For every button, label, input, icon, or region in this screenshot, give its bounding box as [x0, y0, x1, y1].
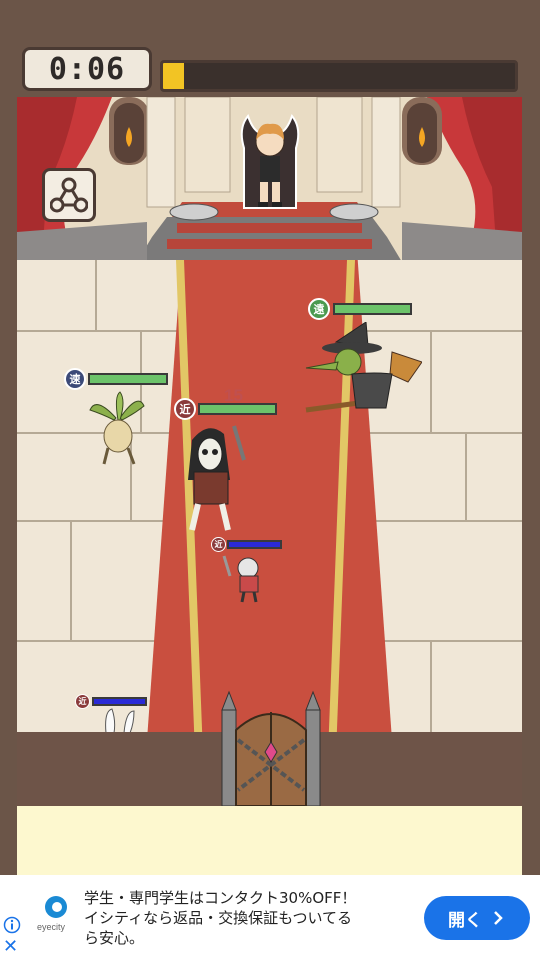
witch-unit[interactable]	[296, 321, 423, 422]
knight-unit[interactable]	[222, 552, 272, 604]
right-frame	[522, 0, 540, 875]
castle-gate	[218, 690, 324, 807]
mandrake-unit[interactable]	[86, 390, 152, 466]
floor-tile-line	[465, 432, 467, 520]
ad-open-button-label: 開く	[448, 910, 482, 931]
ad-text-line: ら安心。	[84, 929, 145, 947]
unit-hp-bar	[88, 373, 168, 385]
ad-text-line: 学生・専門学生はコンタクト30%OFF！	[84, 889, 357, 907]
floor-tile-line	[70, 520, 72, 640]
ad-text-line: イシティなら返品・交換保証もついてる	[84, 909, 353, 927]
unit-hp-bar	[333, 303, 412, 315]
eyecity-logo-icon	[45, 896, 67, 918]
close-icon[interactable]: ✕	[3, 938, 18, 956]
unit-type-badge: 速	[64, 368, 86, 390]
game-screen: 0:06 遠 速 15 近 近 近 ✕ eyecity 学生・専門学生はコンタク…	[0, 0, 540, 960]
floor-tile-line	[430, 330, 432, 432]
timer-text: 0:06	[48, 51, 126, 87]
rabbit-unit[interactable]	[96, 705, 142, 734]
wave-progress-bar	[160, 60, 518, 92]
unit-type-badge: 近	[174, 398, 196, 420]
unit-type-badge: 近	[75, 694, 90, 709]
timer-box: 0:06	[22, 47, 152, 91]
left-frame	[0, 0, 17, 875]
ad-open-button[interactable]: 開く	[424, 896, 530, 940]
wave-progress-fill	[163, 63, 185, 89]
triangle-network-icon	[50, 177, 88, 213]
info-icon[interactable]	[3, 916, 21, 934]
unit-type-badge: 近	[211, 537, 226, 552]
unit-type-badge: 遠	[308, 298, 330, 320]
chevron-right-icon	[494, 911, 503, 925]
unit-hp-bar	[198, 403, 277, 415]
unit-deploy-area[interactable]	[17, 806, 522, 876]
ad-text: 学生・専門学生はコンタクト30%OFF！ イシティなら返品・交換保証もついてる …	[84, 888, 384, 948]
king-on-throne	[238, 108, 302, 216]
ad-brand-name: eyecity	[37, 922, 66, 932]
samurai-skeleton-unit[interactable]	[178, 420, 254, 534]
floor-tile-line	[430, 640, 432, 732]
unit-hp-bar	[227, 540, 282, 549]
skill-button[interactable]	[42, 168, 96, 222]
floor-tile-line	[95, 260, 97, 330]
